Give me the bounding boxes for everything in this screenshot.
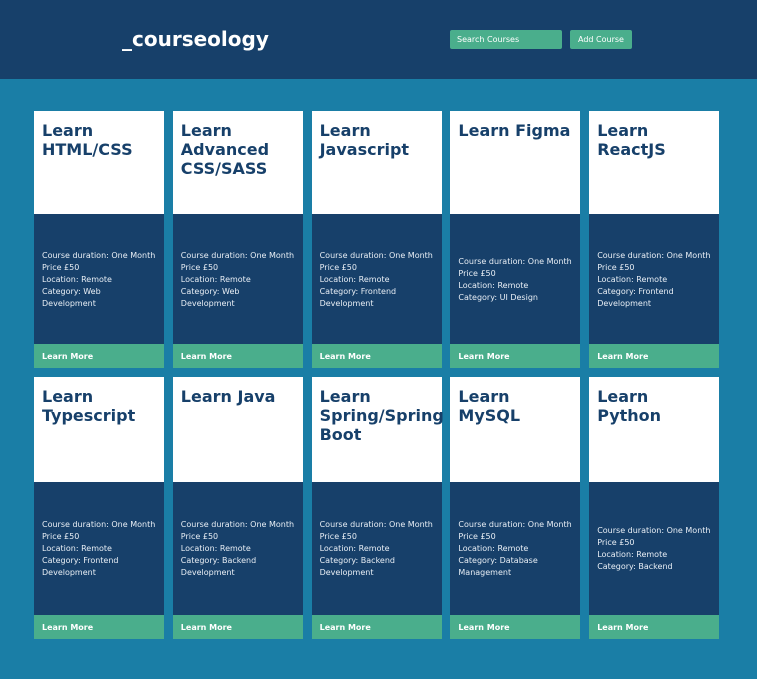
course-details: Course duration: One Month Price £50 Loc… <box>589 214 719 345</box>
course-duration: Course duration: One Month <box>458 256 572 266</box>
course-price: Price £50 <box>597 262 635 272</box>
learn-more-button[interactable]: Learn More <box>311 344 442 368</box>
course-category: Category: Web Development <box>180 286 240 308</box>
course-title: Learn ReactJS <box>597 121 666 159</box>
card-header: Learn Figma <box>450 111 581 214</box>
course-price: Price £50 <box>319 262 357 272</box>
course-category: Category: Backend Development <box>180 555 257 577</box>
learn-more-button[interactable]: Learn More <box>172 344 303 368</box>
course-category: Category: UI Design <box>458 292 538 302</box>
course-card: Learn Figma Course duration: One Month P… <box>450 111 581 368</box>
course-duration: Course duration: One Month <box>319 519 433 529</box>
card-header: Learn Javascript <box>311 111 442 214</box>
learn-more-button[interactable]: Learn More <box>589 344 720 368</box>
card-header: Learn Typescript <box>34 377 164 482</box>
course-price: Price £50 <box>180 262 219 272</box>
learn-more-button[interactable]: Learn More <box>34 615 164 639</box>
course-title: Learn Advanced CSS/SASS <box>180 121 270 178</box>
course-duration: Course duration: One Month <box>180 519 295 529</box>
course-price: Price £50 <box>597 537 635 547</box>
course-title: Learn HTML/CSS <box>42 121 133 159</box>
course-title: Learn Spring/Spring Boot <box>319 387 444 444</box>
course-category: Category: Backend <box>597 561 673 571</box>
course-category: Category: Database Management <box>458 555 538 577</box>
course-card: Learn MySQL Course duration: One Month P… <box>450 377 581 639</box>
course-card: Learn Python Course duration: One Month … <box>589 377 720 639</box>
course-details: Course duration: One Month Price £50 Loc… <box>34 482 164 615</box>
course-duration: Course duration: One Month <box>597 525 711 535</box>
course-price: Price £50 <box>319 531 357 541</box>
course-details: Course duration: One Month Price £50 Loc… <box>589 482 719 615</box>
course-details: Course duration: One Month Price £50 Loc… <box>312 482 442 615</box>
course-card: Learn Typescript Course duration: One Mo… <box>34 377 164 639</box>
course-title: Learn MySQL <box>458 387 521 425</box>
course-duration: Course duration: One Month <box>180 250 295 260</box>
course-details: Course duration: One Month Price £50 Loc… <box>450 214 580 345</box>
learn-more-button[interactable]: Learn More <box>311 615 442 639</box>
course-price: Price £50 <box>42 262 80 272</box>
course-card: Learn Advanced CSS/SASS Course duration:… <box>172 111 303 368</box>
course-card: Learn HTML/CSS Course duration: One Mont… <box>34 111 164 368</box>
course-location: Location: Remote <box>319 274 390 284</box>
course-category: Category: Frontend Development <box>42 555 119 577</box>
course-duration: Course duration: One Month <box>597 250 711 260</box>
site-header: _courseology Add Course <box>0 0 757 79</box>
learn-more-button[interactable]: Learn More <box>589 615 720 639</box>
course-price: Price £50 <box>42 531 80 541</box>
course-card: Learn Spring/Spring Boot Course duration… <box>311 377 444 639</box>
course-price: Price £50 <box>458 268 496 278</box>
card-header: Learn MySQL <box>450 377 581 482</box>
course-category: Category: Web Development <box>42 286 101 308</box>
learn-more-button[interactable]: Learn More <box>450 344 581 368</box>
course-title: Learn Java <box>180 387 276 406</box>
card-header: Learn Advanced CSS/SASS <box>172 111 303 214</box>
card-header: Learn HTML/CSS <box>34 111 164 214</box>
course-location: Location: Remote <box>458 543 529 553</box>
course-title: Learn Python <box>597 387 662 425</box>
course-location: Location: Remote <box>42 274 112 284</box>
course-category: Category: Backend Development <box>319 555 395 577</box>
course-location: Location: Remote <box>180 543 251 553</box>
course-card: Learn Javascript Course duration: One Mo… <box>311 111 442 368</box>
course-card: Learn Java Course duration: One Month Pr… <box>172 377 303 639</box>
course-location: Location: Remote <box>180 274 251 284</box>
search-input[interactable] <box>450 30 562 49</box>
learn-more-button[interactable]: Learn More <box>450 615 581 639</box>
course-details: Course duration: One Month Price £50 Loc… <box>312 214 442 345</box>
course-location: Location: Remote <box>42 543 112 553</box>
course-card: Learn ReactJS Course duration: One Month… <box>589 111 720 368</box>
course-details: Course duration: One Month Price £50 Loc… <box>173 214 303 345</box>
course-category: Category: Frontend Development <box>597 286 674 308</box>
course-location: Location: Remote <box>597 274 668 284</box>
course-duration: Course duration: One Month <box>42 250 156 260</box>
course-category: Category: Frontend Development <box>319 286 397 308</box>
learn-more-button[interactable]: Learn More <box>172 615 303 639</box>
course-details: Course duration: One Month Price £50 Loc… <box>450 482 580 615</box>
learn-more-button[interactable]: Learn More <box>34 344 164 368</box>
course-duration: Course duration: One Month <box>319 250 433 260</box>
course-details: Course duration: One Month Price £50 Loc… <box>173 482 303 615</box>
course-duration: Course duration: One Month <box>42 519 156 529</box>
course-details: Course duration: One Month Price £50 Loc… <box>34 214 164 345</box>
course-location: Location: Remote <box>458 280 529 290</box>
card-header: Learn ReactJS <box>589 111 720 214</box>
course-price: Price £50 <box>458 531 496 541</box>
course-location: Location: Remote <box>597 549 668 559</box>
card-header: Learn Spring/Spring Boot <box>311 377 444 482</box>
card-header: Learn Python <box>589 377 720 482</box>
card-header: Learn Java <box>172 377 303 482</box>
course-location: Location: Remote <box>319 543 390 553</box>
add-course-button[interactable]: Add Course <box>570 30 632 49</box>
site-logo[interactable]: _courseology <box>122 27 269 51</box>
course-price: Price £50 <box>180 531 219 541</box>
course-title: Learn Figma <box>458 121 571 140</box>
course-title: Learn Javascript <box>319 121 410 159</box>
course-duration: Course duration: One Month <box>458 519 572 529</box>
course-title: Learn Typescript <box>42 387 136 425</box>
course-grid: Learn HTML/CSS Course duration: One Mont… <box>34 111 720 639</box>
